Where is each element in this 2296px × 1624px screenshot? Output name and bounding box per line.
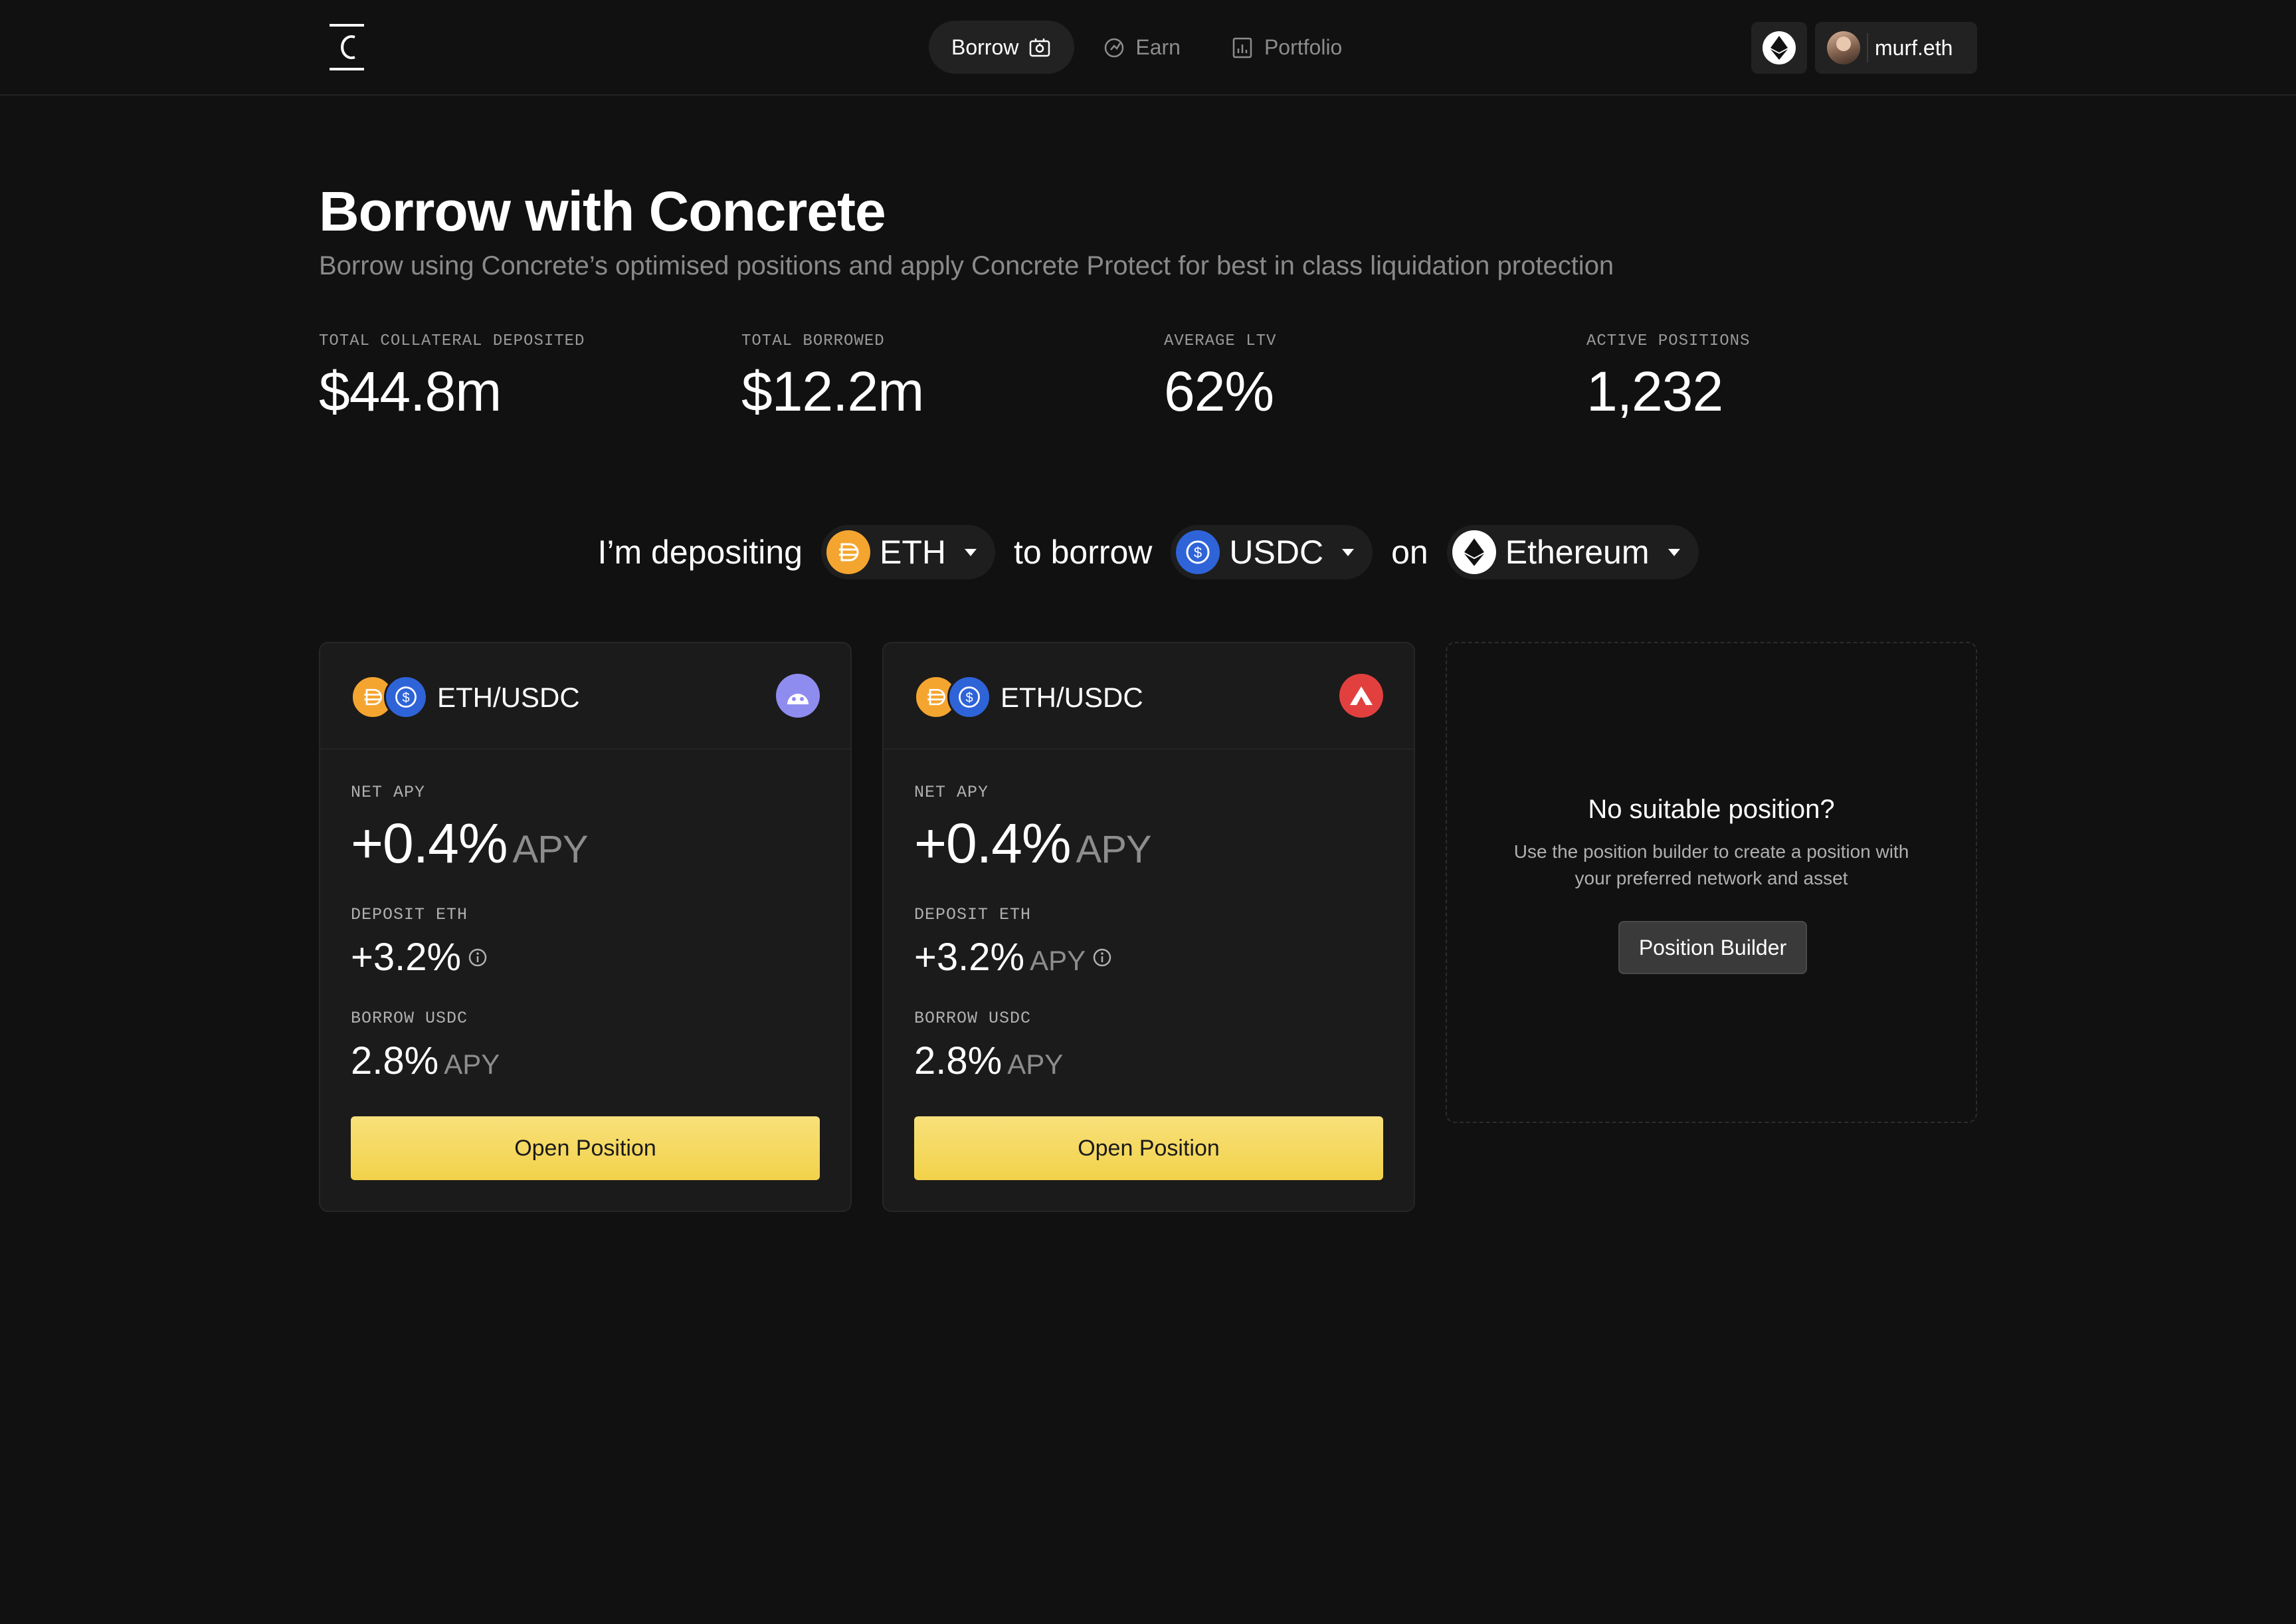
morpho-icon[interactable] <box>776 674 820 718</box>
borrow-apy-value: 2.8% APY <box>914 1039 1383 1083</box>
info-icon[interactable] <box>1092 948 1112 967</box>
net-apy-value: +0.4% APY <box>351 811 820 876</box>
portfolio-icon <box>1232 37 1252 58</box>
position-card-morpho: $ ETH/USDC NET APY +0.4% APY DEPOSIT ETH… <box>319 642 852 1212</box>
card-body: NET APY +0.4% APY DEPOSIT ETH +3.2% APY … <box>914 783 1383 1083</box>
position-card-aave: $ ETH/USDC NET APY +0.4% APY DEPOSIT ETH… <box>882 642 1415 1212</box>
pair-icons: $ <box>351 675 428 719</box>
borrow-apy-number: 2.8% <box>914 1039 1003 1082</box>
position-builder-panel: No suitable position? Use the position b… <box>1446 642 1977 1123</box>
pair-icons: $ <box>914 675 991 719</box>
deposit-asset-label: ETH <box>879 534 946 571</box>
account-button[interactable]: murf.eth <box>1815 22 1977 74</box>
pair-name: ETH/USDC <box>437 682 580 713</box>
svg-text:$: $ <box>402 690 409 705</box>
depositing-text: I’m depositing <box>597 534 803 571</box>
stat-label: TOTAL BORROWED <box>741 332 885 350</box>
page-subtitle: Borrow using Concrete’s optimised positi… <box>319 251 1614 280</box>
usdc-token-icon: $ <box>947 675 991 719</box>
stat-label: ACTIVE POSITIONS <box>1586 332 1751 350</box>
borrow-asset-label: USDC <box>1229 534 1324 571</box>
earn-icon <box>1105 38 1124 58</box>
deposit-apy-value: +3.2% <box>351 935 820 979</box>
borrow-apy-unit: APY <box>444 1049 500 1080</box>
info-icon[interactable] <box>468 948 488 967</box>
borrow-label: BORROW USDC <box>914 1009 1032 1028</box>
net-apy-unit: APY <box>1076 828 1152 871</box>
nav-earn[interactable]: Earn <box>1080 21 1203 74</box>
borrow-icon <box>1030 39 1050 57</box>
net-apy-label: NET APY <box>351 783 426 802</box>
nav-borrow-label: Borrow <box>951 35 1019 59</box>
svg-text:$: $ <box>965 690 973 705</box>
pair-name: ETH/USDC <box>1001 682 1143 713</box>
borrow-label: BORROW USDC <box>351 1009 468 1028</box>
net-apy-unit: APY <box>512 828 589 871</box>
stat-value: 1,232 <box>1586 360 1723 423</box>
nav-earn-label: Earn <box>1135 35 1181 59</box>
ethereum-icon <box>1763 31 1796 64</box>
borrow-apy-value: 2.8% APY <box>351 1039 820 1083</box>
aave-icon[interactable] <box>1339 674 1383 718</box>
card-header: $ ETH/USDC <box>884 643 1414 750</box>
stat-value: $44.8m <box>319 360 502 423</box>
net-apy-number: +0.4% <box>914 812 1072 874</box>
usdc-token-icon: $ <box>384 675 428 719</box>
account-name: murf.eth <box>1875 35 1953 60</box>
net-apy-number: +0.4% <box>351 812 508 874</box>
stat-active-positions: ACTIVE POSITIONS 1,232 <box>1586 332 1750 424</box>
chevron-down-icon <box>964 548 977 556</box>
open-position-button[interactable]: Open Position <box>914 1116 1383 1180</box>
nav-borrow[interactable]: Borrow <box>929 21 1075 74</box>
stat-value: $12.2m <box>741 360 924 423</box>
ethereum-icon <box>1452 530 1496 574</box>
position-builder-button[interactable]: Position Builder <box>1618 921 1807 974</box>
stats-row: TOTAL COLLATERAL DEPOSITED $44.8m TOTAL … <box>319 332 1977 432</box>
borrow-text: to borrow <box>1013 534 1153 571</box>
stat-total-collateral: TOTAL COLLATERAL DEPOSITED $44.8m <box>319 332 585 424</box>
main-nav: Borrow Earn Portfolio <box>929 21 1365 74</box>
network-switcher-button[interactable] <box>1751 22 1807 74</box>
chevron-down-icon <box>1668 548 1680 556</box>
stat-label: TOTAL COLLATERAL DEPOSITED <box>319 332 585 350</box>
top-navbar: Borrow Earn Portfolio murf.eth <box>0 0 2296 96</box>
deposit-apy-unit: APY <box>1030 945 1086 976</box>
page-title: Borrow with Concrete <box>319 180 886 243</box>
builder-description: Use the position builder to create a pos… <box>1513 841 1909 888</box>
card-header: $ ETH/USDC <box>320 643 850 750</box>
borrow-apy-unit: APY <box>1007 1049 1064 1080</box>
stat-value: 62% <box>1164 360 1274 423</box>
deposit-label: DEPOSIT ETH <box>351 905 468 924</box>
concrete-logo[interactable] <box>330 24 364 70</box>
net-apy-label: NET APY <box>914 783 989 802</box>
stat-average-ltv: AVERAGE LTV 62% <box>1164 332 1276 424</box>
nav-portfolio-label: Portfolio <box>1264 35 1343 59</box>
deposit-apy-value: +3.2% APY <box>914 935 1383 979</box>
builder-title: No suitable position? <box>1588 795 1835 824</box>
deposit-asset-dropdown[interactable]: ETH <box>820 525 995 579</box>
deposit-apy-number: +3.2% <box>914 936 1025 979</box>
stat-label: AVERAGE LTV <box>1164 332 1277 350</box>
eth-token-icon <box>826 530 870 574</box>
position-selector: I’m depositing ETH to borrow $ USDC on E… <box>0 525 2296 579</box>
deposit-apy-number: +3.2% <box>351 936 462 979</box>
avatar <box>1827 31 1860 64</box>
account-divider <box>1867 33 1868 62</box>
chevron-down-icon <box>1342 548 1355 556</box>
stat-total-borrowed: TOTAL BORROWED $12.2m <box>741 332 924 424</box>
borrow-apy-number: 2.8% <box>351 1039 439 1082</box>
svg-text:$: $ <box>1194 544 1202 561</box>
borrow-asset-dropdown[interactable]: $ USDC <box>1171 525 1373 579</box>
on-text: on <box>1391 534 1428 571</box>
network-dropdown[interactable]: Ethereum <box>1446 525 1699 579</box>
usdc-token-icon: $ <box>1176 530 1220 574</box>
open-position-button[interactable]: Open Position <box>351 1116 820 1180</box>
deposit-label: DEPOSIT ETH <box>914 905 1032 924</box>
network-label: Ethereum <box>1505 534 1650 571</box>
card-body: NET APY +0.4% APY DEPOSIT ETH +3.2% BORR… <box>351 783 820 1083</box>
nav-portfolio[interactable]: Portfolio <box>1208 21 1365 74</box>
net-apy-value: +0.4% APY <box>914 811 1383 876</box>
